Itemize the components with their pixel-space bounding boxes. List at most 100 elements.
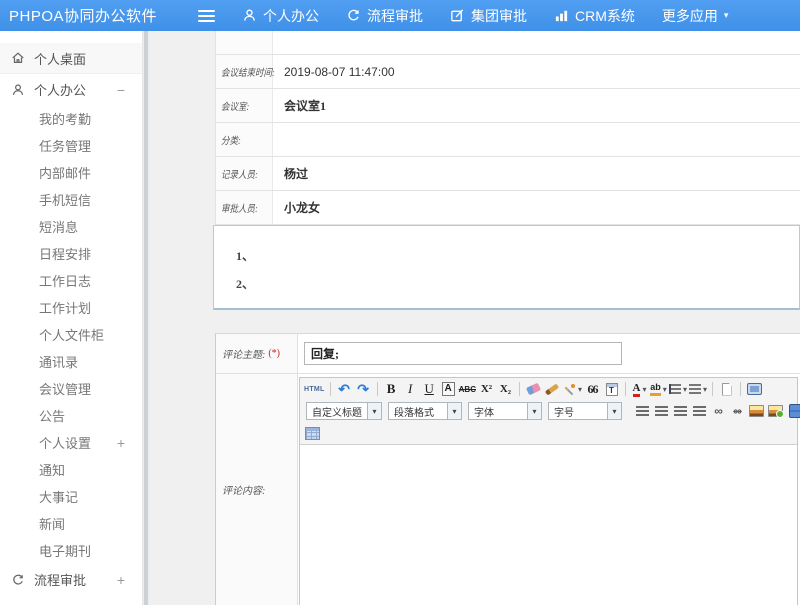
sidebar-item-personal-settings[interactable]: 个人设置 + bbox=[0, 429, 142, 456]
sidebar-item-my-attendance[interactable]: 我的考勤 bbox=[0, 105, 142, 132]
sidebar-item-label: 我的考勤 bbox=[39, 109, 91, 128]
font-style-button[interactable]: A bbox=[442, 382, 455, 396]
process-cycle-icon bbox=[346, 8, 361, 23]
scrollbar-thumb[interactable] bbox=[144, 31, 148, 605]
nav-label: CRM系统 bbox=[575, 6, 635, 26]
required-mark: (*) bbox=[268, 348, 280, 359]
sidebar-item-work-diary[interactable]: 工作日志 bbox=[0, 267, 142, 294]
undo-button[interactable]: ↶ bbox=[336, 380, 353, 398]
caret-down-icon: ▾ bbox=[724, 10, 729, 21]
italic-button[interactable]: I bbox=[402, 380, 419, 398]
insert-table-button[interactable] bbox=[304, 424, 321, 442]
hamburger-menu-icon[interactable] bbox=[198, 10, 215, 22]
comment-subject-label: 评论主题: (*) bbox=[216, 334, 298, 373]
sidebar-item-label: 个人办公 bbox=[34, 80, 86, 99]
nav-label: 流程审批 bbox=[367, 6, 423, 26]
sidebar-item-workflow-approval[interactable]: 流程审批 + bbox=[0, 564, 142, 595]
sidebar-item-announcement[interactable]: 公告 bbox=[0, 402, 142, 429]
highlight-color-button[interactable]: ab▾ bbox=[650, 380, 667, 398]
new-page-button[interactable] bbox=[718, 380, 735, 398]
paste-text-button[interactable]: T bbox=[603, 380, 620, 398]
nav-workflow-approval[interactable]: 流程审批 bbox=[346, 6, 423, 26]
sidebar-item-label: 手机短信 bbox=[39, 190, 91, 209]
comment-subject-row: 评论主题: (*) bbox=[216, 334, 800, 374]
paragraph-format-dropdown[interactable]: 段落格式 ▾ bbox=[388, 402, 462, 420]
sidebar-item-personal-office[interactable]: 个人办公 − bbox=[0, 74, 142, 105]
sidebar-item-work-plan[interactable]: 工作计划 bbox=[0, 294, 142, 321]
editor-content-area[interactable] bbox=[300, 444, 797, 605]
strikethrough-button[interactable]: ABC bbox=[459, 380, 476, 398]
expand-plus-icon[interactable]: + bbox=[117, 572, 125, 588]
blockquote-button[interactable]: 66 bbox=[584, 380, 601, 398]
html-source-button[interactable]: HTML bbox=[304, 380, 325, 398]
align-justify-button[interactable] bbox=[691, 402, 708, 420]
align-left-button[interactable] bbox=[634, 402, 651, 420]
comment-content-row: 评论内容: HTML ↶ ↷ B I U A ABC bbox=[216, 374, 800, 605]
sidebar-item-personal-desktop[interactable]: 个人桌面 bbox=[0, 43, 142, 74]
comment-subject-input[interactable] bbox=[304, 342, 622, 365]
sidebar-item-label: 会议管理 bbox=[39, 379, 91, 398]
nav-personal-office[interactable]: 个人办公 bbox=[242, 6, 319, 26]
expand-plus-icon[interactable]: + bbox=[117, 435, 125, 451]
field-value bbox=[273, 31, 800, 54]
align-right-button[interactable] bbox=[672, 402, 689, 420]
format-painter-button[interactable] bbox=[544, 380, 561, 398]
align-center-icon bbox=[655, 406, 668, 416]
sidebar-item-personal-files[interactable]: 个人文件柜 bbox=[0, 321, 142, 348]
autoformat-button[interactable]: ▾ bbox=[563, 380, 582, 398]
remove-link-button[interactable]: ∞ bbox=[729, 402, 746, 420]
font-family-dropdown[interactable]: 字体 ▾ bbox=[468, 402, 542, 420]
nav-crm-system[interactable]: CRM系统 bbox=[554, 6, 635, 26]
underline-button[interactable]: U bbox=[421, 380, 438, 398]
nav-group-approval[interactable]: 集团审批 bbox=[450, 6, 527, 26]
rich-text-editor: HTML ↶ ↷ B I U A ABC X² X₂ bbox=[299, 377, 798, 605]
font-color-button[interactable]: A▾ bbox=[631, 380, 648, 398]
sidebar-item-schedule[interactable]: 日程安排 bbox=[0, 240, 142, 267]
sidebar-item-internal-mail[interactable]: 内部邮件 bbox=[0, 159, 142, 186]
ordered-list-button[interactable]: ▾ bbox=[669, 380, 687, 398]
bullet-list-icon bbox=[689, 384, 701, 394]
sidebar-scrollbar[interactable] bbox=[143, 31, 149, 605]
insert-media-button[interactable] bbox=[786, 402, 800, 420]
nav-label: 更多应用 bbox=[662, 6, 718, 26]
field-value: 2019-08-07 11:47:00 bbox=[273, 55, 800, 88]
sidebar-item-short-message[interactable]: 短消息 bbox=[0, 213, 142, 240]
field-label: 会议结束时间: bbox=[216, 55, 273, 88]
align-right-icon bbox=[674, 406, 687, 416]
sidebar-item-contacts[interactable]: 通讯录 bbox=[0, 348, 142, 375]
table-row-meeting-room: 会议室: 会议室1 bbox=[216, 89, 800, 123]
preview-button[interactable] bbox=[746, 380, 763, 398]
screenshot-button[interactable] bbox=[767, 402, 784, 420]
unordered-list-button[interactable]: ▾ bbox=[689, 380, 707, 398]
table-row bbox=[216, 31, 800, 55]
sidebar-item-notification[interactable]: 通知 bbox=[0, 456, 142, 483]
sidebar-item-task-management[interactable]: 任务管理 bbox=[0, 132, 142, 159]
media-icon bbox=[789, 404, 800, 418]
custom-heading-dropdown[interactable]: 自定义标题 ▾ bbox=[306, 402, 382, 420]
sidebar-item-major-events[interactable]: 大事记 bbox=[0, 483, 142, 510]
monitor-icon bbox=[747, 383, 762, 395]
field-value: 小龙女 bbox=[273, 191, 800, 224]
sidebar-item-label: 内部邮件 bbox=[39, 163, 91, 182]
home-icon bbox=[11, 51, 25, 65]
sidebar-item-label: 流程审批 bbox=[34, 570, 86, 589]
subscript-button[interactable]: X₂ bbox=[497, 380, 514, 398]
table-row-recorder: 记录人员: 杨过 bbox=[216, 157, 800, 191]
insert-image-button[interactable] bbox=[748, 402, 765, 420]
superscript-button[interactable]: X² bbox=[478, 380, 495, 398]
eraser-button[interactable] bbox=[525, 380, 542, 398]
sidebar-item-meeting-management[interactable]: 会议管理 bbox=[0, 375, 142, 402]
nav-more-apps[interactable]: 更多应用 ▾ bbox=[662, 6, 729, 26]
user-icon bbox=[11, 83, 25, 97]
sidebar-item-mobile-sms[interactable]: 手机短信 bbox=[0, 186, 142, 213]
collapse-minus-icon[interactable]: − bbox=[117, 82, 125, 98]
redo-button[interactable]: ↷ bbox=[355, 380, 372, 398]
sidebar-item-news[interactable]: 新闻 bbox=[0, 510, 142, 537]
insert-link-button[interactable]: ∞ bbox=[710, 402, 727, 420]
comment-form-table: 评论主题: (*) 评论内容: HTML ↶ ↷ bbox=[215, 333, 800, 605]
align-center-button[interactable] bbox=[653, 402, 670, 420]
sidebar-item-e-journal[interactable]: 电子期刊 bbox=[0, 537, 142, 564]
caret-down-icon: ▾ bbox=[527, 403, 541, 419]
bold-button[interactable]: B bbox=[383, 380, 400, 398]
font-size-dropdown[interactable]: 字号 ▾ bbox=[548, 402, 622, 420]
